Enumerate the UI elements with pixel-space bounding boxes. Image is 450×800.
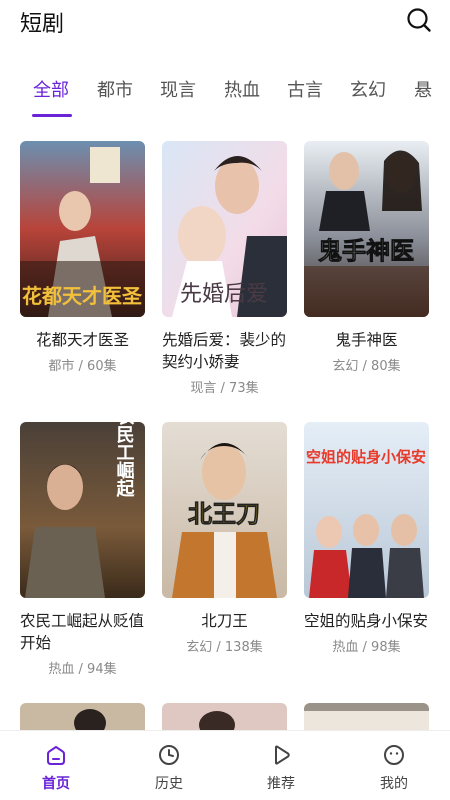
drama-title[interactable]: 鬼手神医 [304, 329, 429, 351]
poster-title-art: 空姐的贴身小保安 [306, 448, 426, 466]
drama-meta: 现言 / 73集 [190, 381, 259, 396]
nav-recommend[interactable]: 推荐 [241, 731, 321, 800]
drama-poster[interactable] [20, 703, 145, 730]
drama-card[interactable] [162, 703, 287, 730]
drama-meta: 都市 / 60集 [48, 359, 117, 374]
tab-ancient-romance[interactable]: 古言 [287, 76, 323, 102]
drama-meta: 热血 / 94集 [48, 662, 117, 677]
nav-history[interactable]: 历史 [129, 731, 209, 800]
drama-title[interactable]: 先婚后爱：裴少的契约小娇妻 [162, 329, 287, 373]
poster-title-art: 花都天才医圣 [22, 284, 143, 308]
drama-card[interactable] [20, 703, 145, 730]
nav-label: 推荐 [267, 776, 295, 792]
poster-title-art: 农民工崛起 [114, 422, 136, 498]
poster-title-art: 鬼手神医 [318, 236, 414, 265]
drama-card[interactable]: 农民工崛起 农民工崛起从贬值开始 热血 / 94集 [20, 422, 145, 677]
play-icon [275, 745, 290, 765]
drama-card[interactable]: 空姐的贴身小保安 空姐的贴身小保安 热血 / 98集 [304, 422, 429, 655]
category-tabs: 全部 都市 现言 热血 古言 玄幻 悬 [0, 66, 450, 118]
clock-icon [159, 745, 179, 765]
tab-urban[interactable]: 都市 [97, 76, 133, 102]
drama-card[interactable]: 鬼手神医 鬼手神医 玄幻 / 80集 [304, 141, 429, 374]
app-header: 短剧 [0, 0, 450, 44]
drama-card[interactable]: 先婚后爱 先婚后爱：裴少的契约小娇妻 现言 / 73集 [162, 141, 287, 396]
drama-card[interactable]: 花都天才医圣 花都天才医圣 都市 / 60集 [20, 141, 145, 374]
poster-title-art: 北王刀 [188, 500, 260, 528]
search-icon[interactable] [406, 7, 432, 33]
nav-label: 我的 [380, 776, 408, 792]
drama-poster[interactable]: 空姐的贴身小保安 [304, 422, 429, 598]
drama-poster[interactable]: 先婚后爱 [162, 141, 287, 317]
tab-modern-romance[interactable]: 现言 [160, 76, 196, 102]
drama-poster[interactable] [304, 703, 429, 730]
drama-card[interactable]: 北王刀 北刀王 玄幻 / 138集 [162, 422, 287, 655]
bottom-navigation: 首页 历史 推荐 我的 [0, 730, 450, 800]
tab-all[interactable]: 全部 [33, 76, 69, 102]
drama-title[interactable]: 农民工崛起从贬值开始 [20, 610, 145, 654]
nav-label: 历史 [155, 776, 183, 792]
nav-home[interactable]: 首页 [16, 731, 96, 800]
drama-poster[interactable] [162, 703, 287, 730]
page-title: 短剧 [20, 12, 65, 37]
active-tab-indicator [32, 114, 72, 117]
drama-poster[interactable]: 北王刀 [162, 422, 287, 598]
nav-profile[interactable]: 我的 [354, 731, 434, 800]
drama-title[interactable]: 空姐的贴身小保安 [304, 610, 429, 632]
drama-meta: 玄幻 / 138集 [186, 640, 263, 655]
drama-meta: 热血 / 98集 [332, 640, 401, 655]
drama-poster[interactable]: 鬼手神医 [304, 141, 429, 317]
drama-title[interactable]: 花都天才医圣 [20, 329, 145, 351]
tab-action[interactable]: 热血 [224, 76, 260, 102]
tab-mystery[interactable]: 悬 [414, 76, 432, 102]
home-icon [47, 745, 65, 765]
nav-label: 首页 [42, 776, 70, 792]
drama-title[interactable]: 北刀王 [162, 610, 287, 632]
poster-title-art: 先婚后爱 [180, 282, 268, 307]
drama-poster[interactable]: 农民工崛起 [20, 422, 145, 598]
drama-card[interactable] [304, 703, 429, 730]
tab-fantasy[interactable]: 玄幻 [350, 76, 386, 102]
face-icon [384, 745, 404, 765]
drama-poster[interactable]: 花都天才医圣 [20, 141, 145, 317]
drama-meta: 玄幻 / 80集 [332, 359, 401, 374]
